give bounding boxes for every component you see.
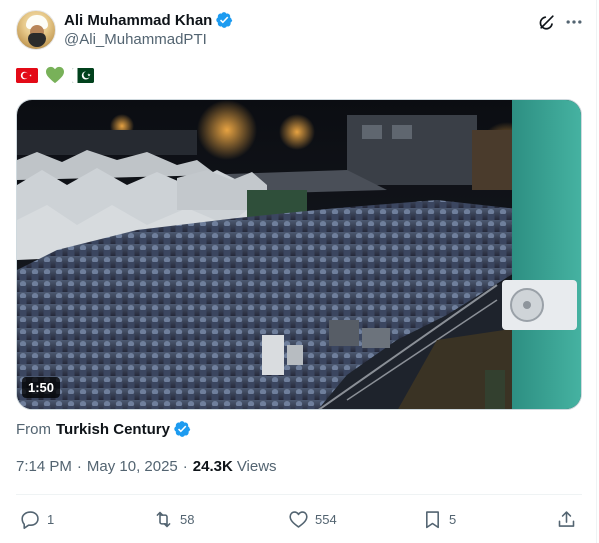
author-name-row: Ali Muhammad Khan [64, 11, 233, 29]
green-heart-icon [46, 66, 64, 84]
post-text [16, 65, 94, 85]
bookmark-icon [426, 510, 439, 528]
source-prefix: From [16, 420, 51, 438]
verified-badge-icon[interactable] [215, 11, 233, 29]
source-name[interactable]: Turkish Century [56, 421, 170, 438]
reply-icon [21, 510, 39, 529]
repost-icon [156, 511, 171, 527]
post-header: Ali Muhammad Khan @Ali_MuhammadPTI [16, 8, 586, 52]
views-label: Views [236, 458, 277, 475]
separator-dot: · [76, 458, 82, 475]
author-avatar[interactable] [16, 10, 56, 50]
turkey-flag-icon [16, 67, 38, 83]
pakistan-flag-icon [72, 67, 94, 83]
video-duration: 1:50 [22, 377, 61, 398]
repost-count: 58 [180, 511, 195, 527]
bookmark-count: 5 [449, 511, 457, 527]
author-handle[interactable]: @Ali_MuhammadPTI [64, 31, 207, 48]
author-name[interactable]: Ali Muhammad Khan [64, 12, 212, 29]
reply-button[interactable]: 1 [20, 506, 54, 532]
post-metadata: 7:14 PM · May 10, 2025 · 24.3K Views [16, 458, 277, 475]
heart-icon [289, 510, 308, 528]
views-count: 24.3K [192, 458, 233, 475]
video-thumbnail [17, 100, 581, 409]
video-player[interactable] [16, 99, 582, 410]
source-attribution: From Turkish Century [16, 420, 191, 438]
share-icon [558, 510, 575, 527]
post-date[interactable]: May 10, 2025 [87, 458, 178, 475]
more-options-icon[interactable] [564, 12, 584, 32]
separator-dot: · [182, 458, 188, 475]
post-time[interactable]: 7:14 PM [16, 458, 72, 475]
like-button[interactable]: 554 [288, 506, 337, 532]
repost-button[interactable]: 58 [153, 506, 194, 532]
reply-count: 1 [47, 511, 55, 527]
bookmark-button[interactable]: 5 [422, 506, 456, 532]
share-button[interactable] [556, 506, 577, 532]
verified-badge-icon[interactable] [173, 420, 191, 438]
like-count: 554 [315, 511, 337, 527]
action-bar: 1 58 554 5 [16, 506, 582, 532]
grok-icon[interactable] [537, 12, 557, 32]
column-border [596, 0, 597, 543]
divider [16, 494, 582, 495]
